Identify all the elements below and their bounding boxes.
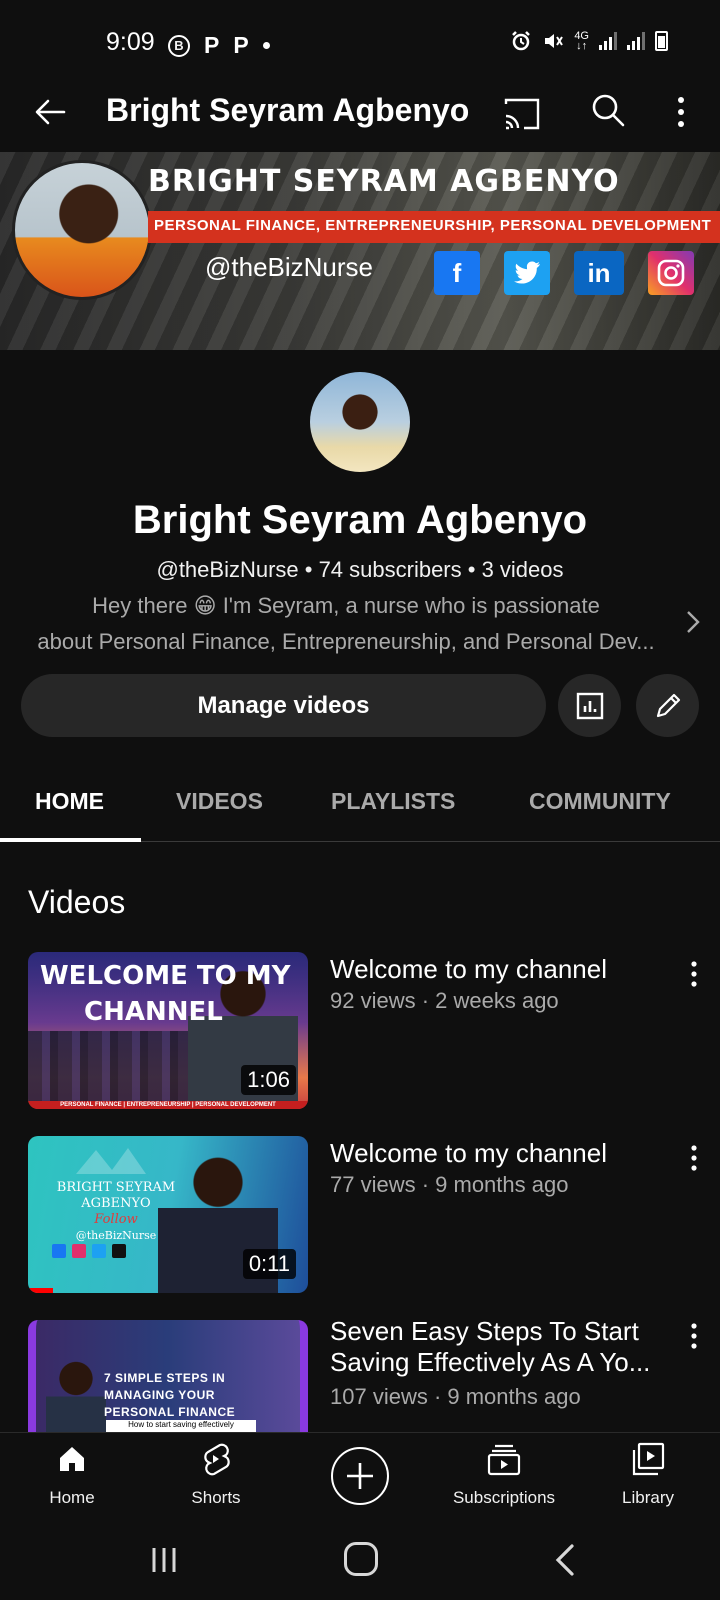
nav-shorts[interactable]: Shorts [146,1441,286,1508]
instagram-icon [648,251,694,295]
channel-name: Bright Seyram Agbenyo [132,498,588,542]
signal-icon [599,32,617,50]
chevron-right-icon[interactable] [683,608,703,636]
video-duration: 1:06 [241,1065,296,1095]
tab-community[interactable]: COMMUNITY [529,788,671,815]
more-vert-icon[interactable] [682,1142,706,1176]
video-title[interactable]: Welcome to my channel [330,1138,660,1169]
thumbnail-text: WELCOME TO MY CHANNEL [40,961,291,1027]
more-vert-icon[interactable] [666,92,696,132]
banner-title: BRIGHT SEYRAM AGBENYO [148,164,620,199]
battery-icon [655,31,668,51]
search-icon[interactable] [588,90,628,130]
nav-library[interactable]: Library [578,1441,718,1508]
create-button[interactable] [331,1447,389,1505]
nav-label: Subscriptions [452,1488,556,1507]
twitter-icon [504,251,550,295]
video-duration: 0:11 [242,1249,296,1279]
thumbnail-text: 7 SIMPLE STEPS IN MANAGING YOUR PERSONAL… [104,1371,236,1419]
channel-meta: @theBizNurse • 74 subscribers • 3 videos [156,557,564,582]
alarm-icon [512,31,531,51]
nav-label: Home [49,1488,95,1507]
analytics-button[interactable] [558,674,621,737]
page-title: Bright Seyram Agbenyo [106,92,470,128]
app-bar: Bright Seyram Agbenyo [0,78,720,152]
watch-progress-bar [28,1288,54,1293]
subscriptions-icon [487,1444,521,1476]
signal-icon [627,32,645,50]
facebook-icon: f [434,251,480,295]
video-title[interactable]: Seven Easy Steps To Start Saving Effecti… [330,1320,660,1378]
banner-handle: @theBizNurse [205,252,374,282]
b-circle-icon: B [168,34,190,57]
status-bar: 9:09 B P P 4G ↓↑ [0,0,720,78]
social-links: f in [434,251,694,295]
description-line: about Personal Finance, Entrepreneurship… [37,629,655,654]
home-button[interactable] [344,1542,378,1576]
tab-home[interactable]: HOME [35,788,104,815]
banner-avatar [12,160,152,300]
city-skyline [28,1031,208,1101]
recent-apps-icon[interactable] [146,1544,182,1576]
video-meta: 77 views · 9 months ago [330,1172,569,1197]
mute-icon [545,34,564,48]
nav-home[interactable]: Home [2,1441,142,1508]
analytics-icon [576,692,603,719]
manage-videos-button[interactable]: Manage videos [21,674,546,737]
banner-subtitle: PERSONAL FINANCE, ENTREPRENEURSHIP, PERS… [154,217,712,234]
shorts-icon [204,1443,230,1476]
video-meta: 92 views · 2 weeks ago [330,988,559,1013]
nav-label: Library [622,1488,674,1507]
description-line: Hey there 😁 I'm Seyram, a nurse who is p… [92,593,600,618]
system-icons: 4G ↓↑ [510,30,668,52]
video-meta: 107 views · 9 months ago [330,1384,581,1409]
dot-icon [262,42,270,49]
video-item[interactable]: 7 SIMPLE STEPS IN MANAGING YOUR PERSONAL… [0,1320,720,1432]
thumbnail-caption: How to start saving effectively [106,1420,256,1432]
edit-channel-button[interactable] [636,674,699,737]
mountains-graphic [76,1148,146,1174]
p-icon: P [233,32,249,58]
channel-tabs: HOME VIDEOS PLAYLISTS COMMUNITY [0,764,720,842]
channel-avatar[interactable] [310,372,410,472]
screen: 9:09 B P P 4G ↓↑ Bright Seyram Agbenyo BR… [0,0,720,1600]
thumbnail-social-icons [52,1244,126,1258]
system-back-icon[interactable] [550,1542,580,1578]
linkedin-icon: in [574,251,624,295]
active-tab-indicator [0,838,141,842]
channel-description[interactable]: Hey there 😁 I'm Seyram, a nurse who is p… [22,588,670,660]
video-thumbnail[interactable]: BRIGHT SEYRAM AGBENYO Follow @theBizNurs… [28,1136,308,1293]
library-icon [632,1442,665,1476]
system-navigation [0,1522,720,1600]
notification-icons: B P P [168,32,270,59]
bottom-navigation: Home Shorts Subscriptions Library [0,1432,720,1522]
status-time: 9:09 [106,28,155,56]
p-icon: P [204,32,220,58]
thumbnail-strip: PERSONAL FINANCE | ENTREPRENEURSHIP | PE… [28,1101,308,1109]
more-vert-icon[interactable] [682,1320,706,1354]
4g-icon: 4G ↓↑ [574,30,589,52]
tab-videos[interactable]: VIDEOS [176,788,263,815]
plus-icon [347,1463,373,1489]
more-vert-icon[interactable] [682,958,706,992]
channel-banner: BRIGHT SEYRAM AGBENYO PERSONAL FINANCE, … [0,152,720,350]
video-item[interactable]: BRIGHT SEYRAM AGBENYO Follow @theBizNurs… [0,1136,720,1296]
thumbnail-person [46,1356,106,1432]
video-title[interactable]: Welcome to my channel [330,954,660,985]
tab-playlists[interactable]: PLAYLISTS [331,788,455,815]
back-arrow-icon[interactable] [30,92,70,132]
video-item[interactable]: WELCOME TO MY CHANNEL PERSONAL FINANCE |… [0,952,720,1112]
video-thumbnail[interactable]: 7 SIMPLE STEPS IN MANAGING YOUR PERSONAL… [28,1320,308,1432]
nav-subscriptions[interactable]: Subscriptions [434,1441,574,1508]
nav-label: Shorts [191,1488,241,1507]
home-icon [60,1447,84,1471]
cast-icon[interactable] [502,94,542,134]
pencil-icon [656,693,680,717]
video-thumbnail[interactable]: WELCOME TO MY CHANNEL PERSONAL FINANCE |… [28,952,308,1109]
section-title: Videos [28,884,126,920]
